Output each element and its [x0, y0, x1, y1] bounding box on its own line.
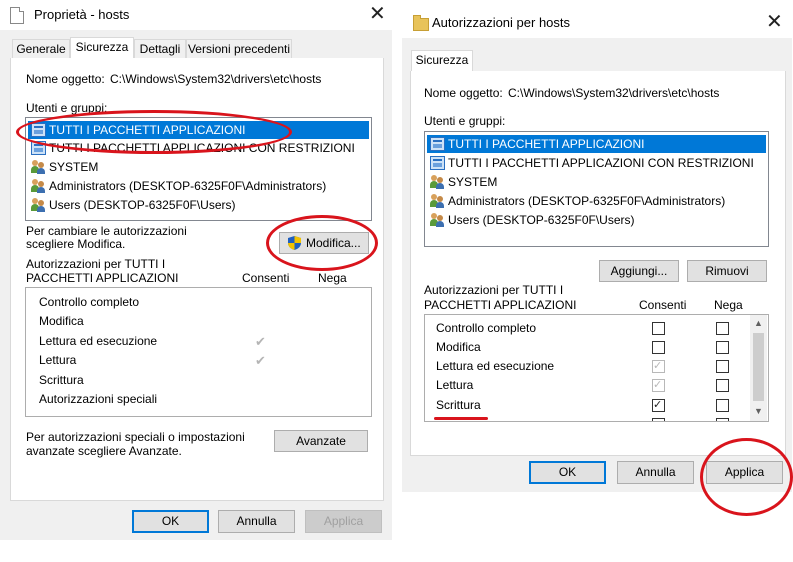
ok-button[interactable]: OK	[529, 461, 606, 484]
group-item[interactable]: Administrators (DESKTOP-6325F0F\Administ…	[28, 177, 369, 195]
cancel-button[interactable]: Annulla	[218, 510, 295, 533]
permissions-titlebar: Autorizzazioni per hosts ✕	[402, 8, 792, 38]
object-name-label: Nome oggetto:	[424, 86, 503, 100]
allow-check-mark: ✓	[653, 379, 663, 391]
permission-row-label: Lettura	[39, 353, 77, 367]
permission-row-label: Lettura ed esecuzione	[436, 359, 555, 373]
permission-row-label: Modifica	[436, 340, 481, 354]
users-groups-list[interactable]: TUTTI I PACCHETTI APPLICAZIONI TUTTI I P…	[424, 131, 769, 247]
tab-details[interactable]: Dettagli	[134, 39, 186, 58]
object-name-label: Nome oggetto:	[26, 72, 105, 86]
users-icon	[430, 213, 445, 227]
tab-previous-versions[interactable]: Versioni precedenti	[186, 39, 292, 58]
users-icon	[31, 179, 46, 193]
group-item-label: Users (DESKTOP-6325F0F\Users)	[448, 213, 635, 227]
users-icon	[430, 175, 445, 189]
permissions-title-line1: Autorizzazioni per TUTTI I	[26, 257, 166, 271]
group-item-label: TUTTI I PACCHETTI APPLICAZIONI CON RESTR…	[448, 156, 754, 170]
permissions-title-line2: PACCHETTI APPLICAZIONI	[424, 298, 577, 312]
permissions-list: Controllo completo Modifica Lettura ed e…	[25, 287, 372, 417]
group-item[interactable]: TUTTI I PACCHETTI APPLICAZIONI	[427, 135, 766, 153]
advanced-button[interactable]: Avanzate	[274, 430, 368, 452]
app-package-icon	[430, 156, 445, 170]
allow-check-mark: ✓	[653, 399, 663, 411]
group-item-label: Administrators (DESKTOP-6325F0F\Administ…	[448, 194, 726, 208]
group-item[interactable]: SYSTEM	[427, 173, 766, 191]
close-icon[interactable]: ✕	[766, 11, 783, 33]
tab-general[interactable]: Generale	[12, 39, 70, 58]
change-hint-line1: Per cambiare le autorizzazioni	[26, 224, 187, 238]
permission-row-label: Controllo completo	[436, 321, 537, 335]
group-item[interactable]: TUTTI I PACCHETTI APPLICAZIONI CON RESTR…	[427, 154, 766, 172]
group-item-label: Users (DESKTOP-6325F0F\Users)	[49, 198, 236, 212]
deny-checkbox[interactable]	[716, 322, 729, 335]
deny-checkbox[interactable]	[716, 418, 729, 421]
permissions-title-line2: PACCHETTI APPLICAZIONI	[26, 271, 179, 285]
group-item-label: SYSTEM	[448, 175, 498, 189]
highlight-circle-edit-button	[266, 215, 378, 271]
users-groups-label: Utenti e gruppi:	[424, 114, 506, 128]
apply-button[interactable]: Applica	[305, 510, 382, 533]
object-name-value: C:\Windows\System32\drivers\etc\hosts	[110, 72, 322, 86]
permission-row-label: Scrittura	[39, 373, 84, 387]
users-icon	[430, 194, 445, 208]
allow-column-header: Consenti	[242, 271, 290, 285]
highlight-circle-all-app-packages	[16, 110, 292, 154]
folder-icon	[413, 15, 429, 31]
group-item[interactable]: Administrators (DESKTOP-6325F0F\Administ…	[427, 192, 766, 210]
cancel-button[interactable]: Annulla	[617, 461, 694, 484]
permission-row-label: Modifica	[39, 314, 84, 328]
scroll-up-icon[interactable]: ▲	[754, 318, 763, 328]
deny-column-header: Nega	[714, 298, 743, 312]
tab-security[interactable]: Sicurezza	[411, 50, 473, 72]
group-item[interactable]: Users (DESKTOP-6325F0F\Users)	[28, 196, 369, 214]
permissions-scrollbar[interactable]: ▲ ▼	[750, 315, 767, 421]
group-item-label: SYSTEM	[49, 160, 99, 174]
change-hint-line2: scegliere Modifica.	[26, 237, 126, 251]
advanced-hint-line2: avanzate scegliere Avanzate.	[26, 444, 182, 458]
highlight-circle-apply-button	[700, 438, 793, 516]
file-icon	[10, 7, 24, 24]
scroll-down-icon[interactable]: ▼	[754, 406, 763, 416]
allow-check-mark: ✓	[653, 360, 663, 372]
highlight-underline-write	[434, 417, 488, 420]
permission-row-label: Lettura ed esecuzione	[39, 334, 158, 348]
allow-column-header: Consenti	[639, 298, 687, 312]
advanced-hint-line1: Per autorizzazioni speciali o impostazio…	[26, 430, 245, 444]
group-item-label: Administrators (DESKTOP-6325F0F\Administ…	[49, 179, 327, 193]
permissions-list: Controllo completo Modifica Lettura ed e…	[424, 314, 769, 422]
allow-check-mark: ✔	[255, 353, 266, 368]
allow-checkbox[interactable]	[652, 418, 665, 421]
close-icon[interactable]: ✕	[369, 3, 386, 25]
permission-row-label: Controllo completo	[39, 295, 140, 309]
deny-checkbox[interactable]	[716, 379, 729, 392]
permissions-title-line1: Autorizzazioni per TUTTI I	[424, 283, 564, 297]
allow-check-mark: ✔	[255, 334, 266, 349]
allow-checkbox[interactable]	[652, 322, 665, 335]
deny-checkbox[interactable]	[716, 399, 729, 412]
window-title: Proprietà - hosts	[34, 7, 130, 22]
tab-security[interactable]: Sicurezza	[70, 37, 134, 59]
group-item-label: TUTTI I PACCHETTI APPLICAZIONI	[448, 137, 645, 151]
deny-checkbox[interactable]	[716, 341, 729, 354]
add-button[interactable]: Aggiungi...	[599, 260, 679, 282]
window-title: Autorizzazioni per hosts	[432, 15, 571, 30]
permission-row-label: Scrittura	[436, 398, 481, 412]
object-name-value: C:\Windows\System32\drivers\etc\hosts	[508, 86, 720, 100]
ok-button[interactable]: OK	[132, 510, 209, 533]
app-package-icon	[430, 137, 445, 151]
users-icon	[31, 160, 46, 174]
group-item[interactable]: SYSTEM	[28, 158, 369, 176]
permission-row-label: Autorizzazioni speciali	[39, 392, 158, 406]
scroll-thumb[interactable]	[753, 333, 764, 401]
group-item[interactable]: Users (DESKTOP-6325F0F\Users)	[427, 211, 766, 229]
permission-row-label: Lettura	[436, 378, 474, 392]
deny-column-header: Nega	[318, 271, 347, 285]
remove-button[interactable]: Rimuovi	[687, 260, 767, 282]
allow-checkbox[interactable]	[652, 341, 665, 354]
users-icon	[31, 198, 46, 212]
properties-titlebar: Proprietà - hosts ✕	[0, 0, 392, 30]
deny-checkbox[interactable]	[716, 360, 729, 373]
